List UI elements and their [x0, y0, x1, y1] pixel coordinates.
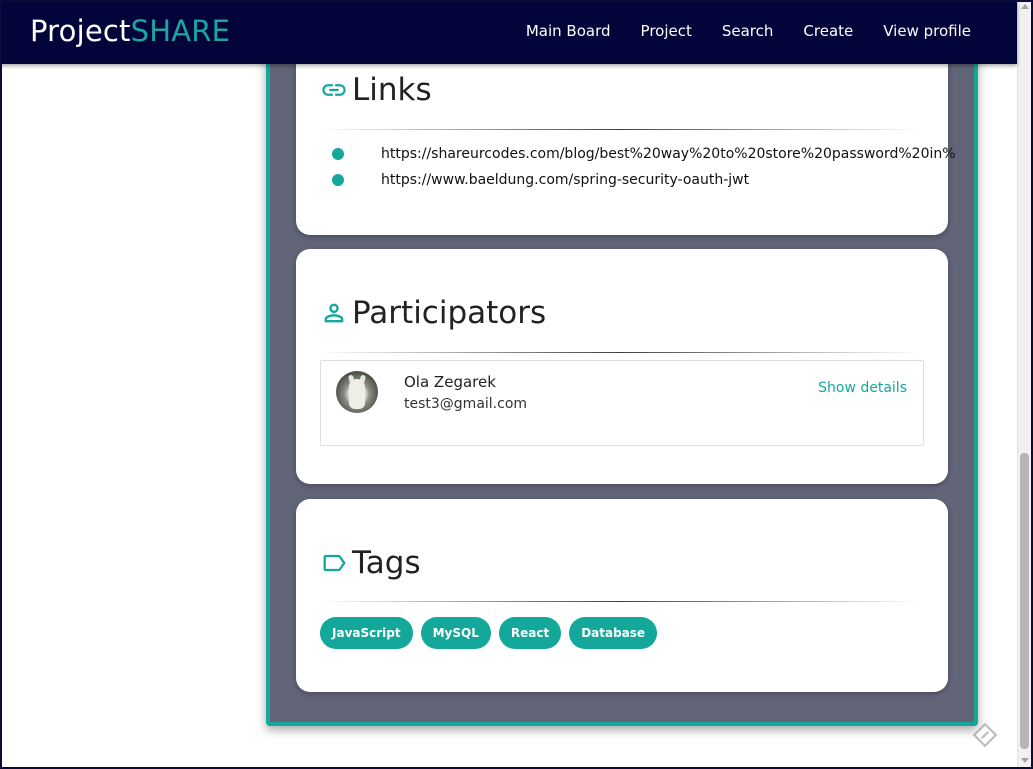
tag-list: JavaScript MySQL React Database — [320, 617, 658, 649]
link-icon — [322, 84, 346, 96]
person-icon — [324, 303, 344, 323]
scroll-up-icon[interactable] — [1021, 4, 1029, 9]
vertical-scrollbar[interactable] — [1017, 0, 1031, 767]
tag-chip[interactable]: JavaScript — [320, 617, 413, 649]
nav-item-project[interactable]: Project — [641, 22, 692, 40]
scroll-thumb[interactable] — [1020, 453, 1029, 749]
list-item: https://www.baeldung.com/spring-security… — [332, 172, 749, 188]
participant-name: Ola Zegarek — [404, 373, 496, 391]
participant-card: Ola Zegarek test3@gmail.com Show details — [320, 360, 924, 446]
nav-menu: Main Board Project Search Create View pr… — [526, 22, 971, 40]
tags-header: Tags — [320, 545, 421, 581]
participators-divider — [320, 352, 920, 353]
bullet-icon — [332, 174, 344, 186]
brand-accent: SHARE — [130, 14, 231, 48]
participators-card: Participators Ola Zegarek test3@gmail.co… — [296, 249, 948, 484]
nav-item-search[interactable]: Search — [722, 22, 774, 40]
tags-divider — [320, 601, 920, 602]
brand-logo[interactable]: ProjectSHARE — [30, 14, 230, 48]
participators-header: Participators — [320, 295, 546, 331]
tag-chip[interactable]: Database — [569, 617, 658, 649]
tag-chip[interactable]: React — [498, 617, 562, 649]
scroll-down-icon[interactable] — [1021, 758, 1029, 763]
link-url[interactable]: https://shareurcodes.com/blog/best%20way… — [381, 146, 956, 162]
link-url[interactable]: https://www.baeldung.com/spring-security… — [381, 172, 749, 188]
tags-title: Tags — [352, 545, 421, 581]
show-details-button[interactable]: Show details — [818, 380, 907, 396]
bullet-icon — [332, 148, 344, 160]
edit-icon[interactable] — [972, 722, 998, 748]
tag-chip[interactable]: MySQL — [420, 617, 491, 649]
top-navbar: ProjectSHARE Main Board Project Search C… — [0, 0, 1017, 64]
links-header: Links — [320, 72, 432, 108]
nav-item-view-profile[interactable]: View profile — [883, 22, 971, 40]
nav-item-create[interactable]: Create — [803, 22, 853, 40]
brand-main: Project — [30, 14, 131, 48]
label-icon — [323, 554, 346, 572]
participant-email: test3@gmail.com — [404, 396, 528, 412]
nav-item-main-board[interactable]: Main Board — [526, 22, 611, 40]
tags-card: Tags JavaScript MySQL React Database — [296, 499, 948, 692]
participators-title: Participators — [352, 295, 547, 331]
links-divider — [320, 129, 920, 130]
avatar — [336, 371, 378, 413]
links-title: Links — [352, 72, 432, 108]
list-item: https://shareurcodes.com/blog/best%20way… — [332, 146, 956, 162]
